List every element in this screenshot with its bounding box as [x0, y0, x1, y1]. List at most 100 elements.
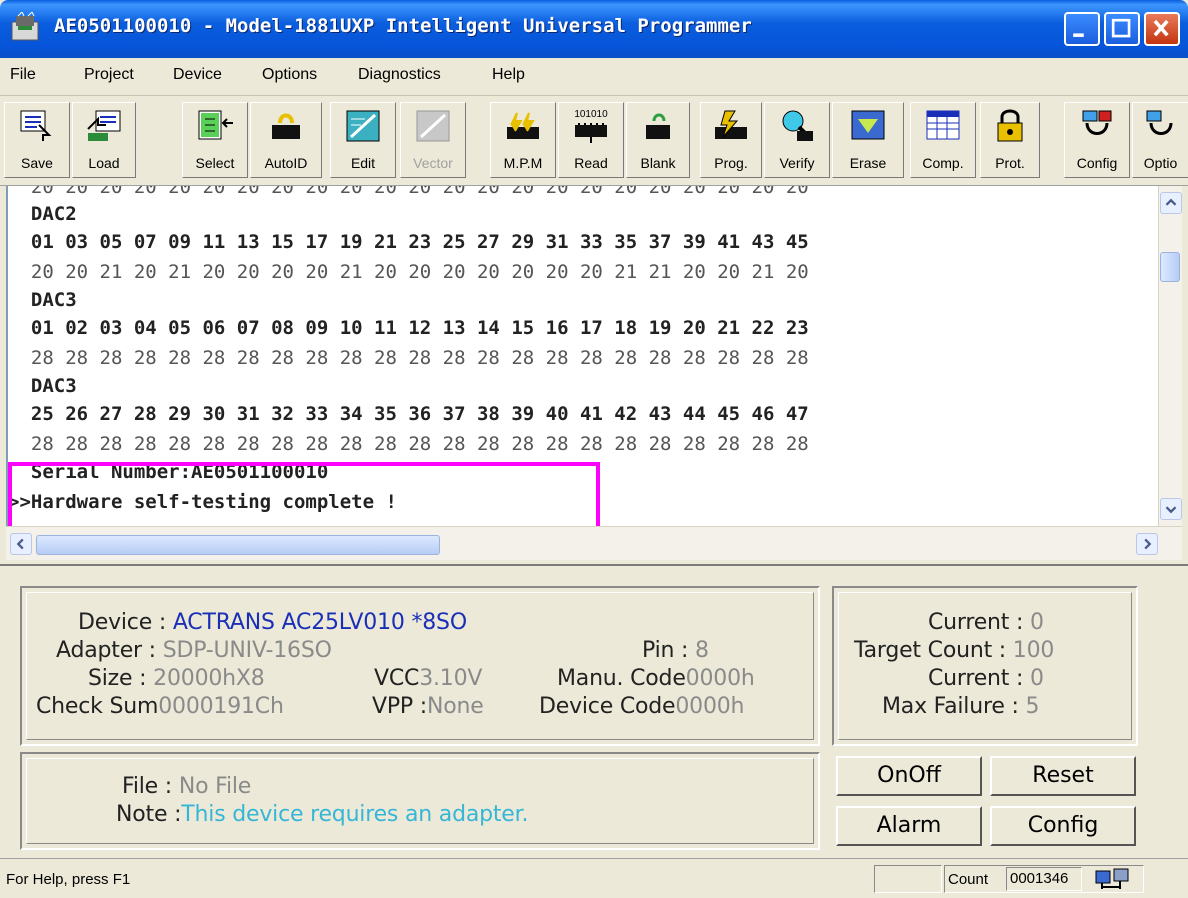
save-button[interactable]: Save [4, 102, 70, 178]
size-value: 20000hX8 [153, 666, 265, 691]
status-bar: For Help, press F1 Count 0001346 [0, 858, 1188, 898]
vector-icon [416, 110, 450, 142]
read-button[interactable]: 101010 Read [558, 102, 624, 178]
log-horizontal-scrollbar[interactable] [6, 526, 1182, 560]
device-value: ACTRANS AC25LV010 *8SO [172, 610, 467, 635]
program-icon [715, 110, 747, 139]
current-failure-row: Current : 0 [928, 666, 1044, 691]
device-code-value: 0000h [675, 694, 745, 719]
count-value: 0001346 [1006, 867, 1082, 891]
chevron-left-icon [16, 538, 24, 550]
verify-icon [782, 110, 813, 141]
menu-bar: File Project Device Options Diagnostics … [0, 58, 1188, 96]
manu-code-value: 0000h [685, 666, 755, 691]
autoid-button[interactable]: AutoID [250, 102, 322, 178]
chevron-up-icon [1165, 198, 1177, 206]
max-failure-row: Max Failure : 5 [882, 694, 1040, 719]
horizontal-scroll-thumb[interactable] [36, 535, 440, 555]
vcc-row: VCC3.10V [374, 666, 483, 691]
target-count-row: Target Count : 100 [854, 638, 1055, 663]
program-button[interactable]: Prog. [700, 102, 762, 178]
verify-button[interactable]: Verify [764, 102, 830, 178]
pin-row: Pin : 8 [642, 638, 709, 663]
edit-icon [346, 110, 380, 142]
app-icon[interactable] [10, 12, 44, 44]
log-line: 20 20 20 20 20 20 20 20 20 20 20 20 20 2… [8, 186, 809, 198]
log-line: 28 28 28 28 28 28 28 28 28 28 28 28 28 2… [8, 347, 809, 369]
erase-button[interactable]: Erase [832, 102, 904, 178]
config-toolbar-button[interactable]: Config [1064, 102, 1130, 178]
load-icon [87, 110, 121, 141]
scroll-right-button[interactable] [1136, 533, 1158, 555]
maximize-button[interactable] [1104, 12, 1140, 46]
protect-button[interactable]: Prot. [980, 102, 1040, 178]
checksum-value: 0000191Ch [158, 694, 284, 719]
mpm-button[interactable]: M.P.M [490, 102, 556, 178]
menu-device[interactable]: Device [173, 66, 222, 84]
scroll-up-button[interactable] [1160, 192, 1182, 214]
select-button[interactable]: Select [182, 102, 248, 178]
network-connection-icon [1095, 868, 1129, 889]
device-row: Device : ACTRANS AC25LV010 *8SO [78, 610, 467, 635]
count-label: Count [948, 871, 989, 888]
title-bar: AE0501100010 - Model-1881UXP Intelligent… [0, 0, 1188, 58]
status-pane-empty [874, 865, 942, 893]
load-button[interactable]: Load [72, 102, 136, 178]
scroll-down-button[interactable] [1160, 498, 1182, 520]
config-button[interactable]: Config [990, 806, 1136, 846]
device-panel: Device : ACTRANS AC25LV010 *8SO Adapter … [20, 586, 820, 746]
log-line: DAC2 [8, 203, 77, 225]
close-button[interactable] [1144, 12, 1180, 46]
edit-button[interactable]: Edit [330, 102, 396, 178]
vpp-row: VPP :None [372, 694, 484, 719]
file-value: No File [178, 774, 252, 799]
device-info-area: Device : ACTRANS AC25LV010 *8SO Adapter … [0, 564, 1188, 858]
save-icon [20, 110, 52, 141]
chevron-right-icon [1144, 538, 1152, 550]
log-line: 01 02 03 04 05 06 07 08 09 10 11 12 13 1… [8, 317, 809, 339]
onoff-button[interactable]: OnOff [836, 756, 982, 796]
config-icon [1082, 110, 1112, 135]
log-vertical-scrollbar[interactable] [1158, 186, 1182, 526]
reset-button[interactable]: Reset [990, 756, 1136, 796]
file-row: File : No File [122, 774, 252, 799]
vpp-value: None [427, 694, 484, 719]
menu-project[interactable]: Project [84, 66, 134, 84]
alarm-button[interactable]: Alarm [836, 806, 982, 846]
log-line: DAC3 [8, 375, 77, 397]
blank-icon [646, 113, 670, 139]
status-help-text: For Help, press F1 [6, 871, 131, 888]
file-panel: File : No File Note :This device require… [20, 752, 820, 850]
toolbar: Save Load Select AutoID Edit Vector M.P.… [0, 96, 1188, 186]
pin-value: 8 [695, 638, 709, 663]
select-icon [198, 110, 233, 140]
options-icon [1146, 110, 1172, 135]
minimize-button[interactable] [1064, 12, 1100, 46]
note-value: This device requires an adapter. [181, 802, 529, 827]
window-title: AE0501100010 - Model-1881UXP Intelligent… [54, 15, 752, 37]
counter-panel: Current : 0 Target Count : 100 Current :… [832, 586, 1138, 746]
autoid-icon [272, 113, 300, 139]
blank-button[interactable]: Blank [626, 102, 690, 178]
log-line: 25 26 27 28 29 30 31 32 33 34 35 36 37 3… [8, 403, 809, 425]
scroll-thumb[interactable] [1160, 252, 1180, 282]
compare-button[interactable]: Comp. [910, 102, 976, 178]
scroll-left-button[interactable] [10, 533, 32, 555]
log-line: 28 28 28 28 28 28 28 28 28 28 28 28 28 2… [8, 433, 809, 455]
menu-file[interactable]: File [10, 66, 36, 84]
checksum-row: Check Sum0000191Ch [36, 694, 284, 719]
menu-options[interactable]: Options [262, 66, 317, 84]
menu-help[interactable]: Help [492, 66, 525, 84]
log-line: 20 20 21 20 21 20 20 20 20 21 20 20 20 2… [8, 261, 809, 283]
current-count-row: Current : 0 [928, 610, 1044, 635]
adapter-row: Adapter : SDP-UNIV-16SO [56, 638, 332, 663]
chevron-down-icon [1165, 506, 1177, 514]
adapter-value: SDP-UNIV-16SO [162, 638, 332, 663]
protect-icon [997, 109, 1023, 142]
log-line: DAC3 [8, 289, 77, 311]
vector-button[interactable]: Vector [400, 102, 466, 178]
menu-diagnostics[interactable]: Diagnostics [358, 66, 441, 84]
manu-code-row: Manu. Code0000h [557, 666, 755, 691]
options-toolbar-button[interactable]: Optio [1132, 102, 1188, 178]
size-row: Size : 20000hX8 [88, 666, 265, 691]
